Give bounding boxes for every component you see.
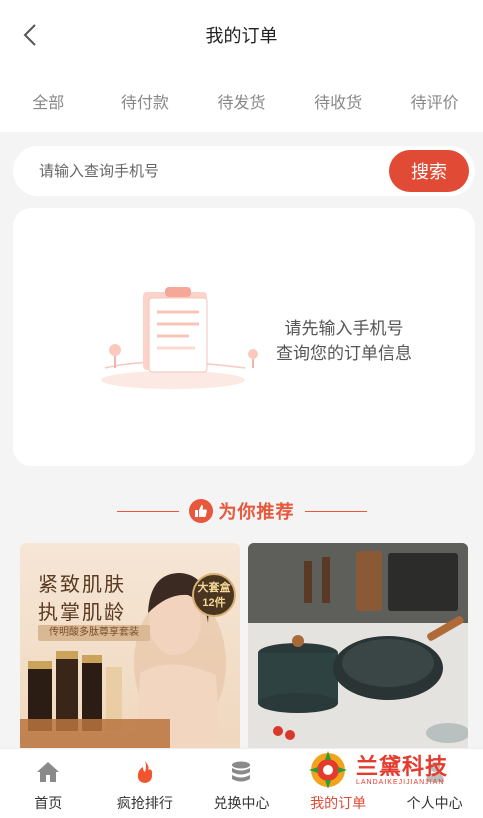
thumbs-up-icon [188,499,213,523]
divider-right [304,510,367,512]
divider-left [116,510,179,512]
product-title-line2: 执掌肌龄 [38,602,126,624]
brand-watermark: 兰黛科技 LANDAIKEJIJIANJIAN [306,750,464,790]
product-subtitle: 传明酸多肽尊享套装 [38,625,150,641]
product-grid: 紧致肌肤 执掌肌龄 传明酸多肽尊享套装 大套盒 12件 [20,543,468,753]
tab-pending-receipt[interactable]: 待收货 [290,89,387,113]
nav-ranking-label: 疯抢排行 [116,795,173,811]
product-title-line1: 紧致肌肤 [38,574,126,596]
cookware-product-image [248,543,468,753]
clipboard-illustration-icon [101,287,258,389]
home-icon [35,759,61,785]
watermark-text-block: 兰黛科技 LANDAIKEJIJIANJIAN [356,753,449,786]
tab-pending-payment[interactable]: 待付款 [97,89,194,113]
product-title: 紧致肌肤 执掌肌龄 [38,571,126,627]
recommend-header: 为你推荐 [0,494,483,528]
empty-state-line1: 请先输入手机号 [284,319,404,338]
empty-state-message: 请先输入手机号 查询您的订单信息 [249,316,439,366]
nav-ranking[interactable]: 疯抢排行 [97,749,194,818]
header-bar: 我的订单 [0,0,483,70]
product-badge: 大套盒 12件 [192,573,236,617]
nav-my-orders-label: 我的订单 [310,795,367,811]
recommend-title: 为你推荐 [218,502,295,522]
nav-home[interactable]: 首页 [0,749,97,818]
coins-icon [228,759,254,785]
empty-state-card: 请先输入手机号 查询您的订单信息 [13,208,475,466]
search-bar: 搜索 [13,146,475,196]
badge-line1: 大套盒 [197,582,231,594]
chevron-left-icon [23,24,36,46]
nav-exchange[interactable]: 兑换中心 [193,749,290,818]
empty-state-line2: 查询您的订单信息 [276,344,412,363]
order-status-tabs: 全部 待付款 待发货 待收货 待评价 [0,70,483,132]
back-button[interactable] [18,22,42,48]
phone-search-input[interactable] [13,146,389,196]
tab-pending-review[interactable]: 待评价 [386,89,483,113]
tab-pending-shipment[interactable]: 待发货 [193,89,290,113]
badge-line2: 12件 [202,597,226,609]
watermark-text: 兰黛科技 [356,753,449,779]
watermark-subtext: LANDAIKEJIJIANJIAN [356,778,445,786]
tab-all[interactable]: 全部 [0,89,97,113]
page-title: 我的订单 [205,26,278,46]
flame-icon [132,759,158,785]
nav-profile-label: 个人中心 [406,795,463,811]
product-card-skincare[interactable]: 紧致肌肤 执掌肌龄 传明酸多肽尊享套装 大套盒 12件 [20,543,240,753]
search-button[interactable]: 搜索 [389,150,469,192]
nav-home-label: 首页 [34,795,63,811]
product-card-cookware[interactable] [248,543,468,753]
nav-exchange-label: 兑换中心 [213,795,270,811]
watermark-logo-icon [309,751,347,789]
